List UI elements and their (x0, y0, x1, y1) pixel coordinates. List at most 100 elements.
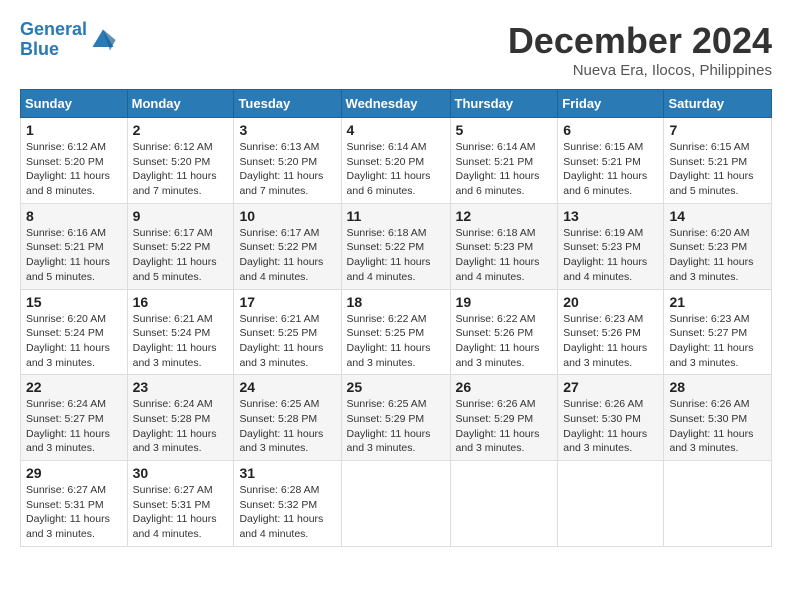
weekday-header-thursday: Thursday (450, 90, 558, 118)
calendar-cell: 7Sunrise: 6:15 AMSunset: 5:21 PMDaylight… (664, 118, 772, 204)
calendar-cell: 14Sunrise: 6:20 AMSunset: 5:23 PMDayligh… (664, 203, 772, 289)
day-number: 28 (669, 379, 766, 395)
calendar-cell: 4 Sunrise: 6:14 AMSunset: 5:20 PMDaylight… (341, 118, 450, 204)
weekday-header-tuesday: Tuesday (234, 90, 341, 118)
day-number: 22 (26, 379, 122, 395)
day-number: 19 (456, 294, 553, 310)
calendar-cell: 13 Sunrise: 6:19 AMSunset: 5:23 PMDayligh… (558, 203, 664, 289)
day-number: 25 (347, 379, 445, 395)
calendar-cell: 27 Sunrise: 6:26 AMSunset: 5:30 PMDayligh… (558, 375, 664, 461)
day-info: Sunrise: 6:18 AMSunset: 5:22 PMDaylight:… (347, 226, 445, 285)
day-number: 6 (563, 122, 658, 138)
calendar-cell: 29Sunrise: 6:27 AMSunset: 5:31 PMDayligh… (21, 461, 128, 547)
day-info: Sunrise: 6:14 AMSunset: 5:20 PMDaylight:… (347, 140, 445, 199)
calendar-cell: 28Sunrise: 6:26 AMSunset: 5:30 PMDayligh… (664, 375, 772, 461)
day-info: Sunrise: 6:24 AMSunset: 5:28 PMDaylight:… (133, 397, 229, 456)
logo-icon (89, 26, 117, 54)
day-info: Sunrise: 6:15 AMSunset: 5:21 PMDaylight:… (563, 140, 658, 199)
day-number: 21 (669, 294, 766, 310)
calendar-cell: 17Sunrise: 6:21 AMSunset: 5:25 PMDayligh… (234, 289, 341, 375)
calendar-cell: 31Sunrise: 6:28 AMSunset: 5:32 PMDayligh… (234, 461, 341, 547)
calendar-cell: 15Sunrise: 6:20 AMSunset: 5:24 PMDayligh… (21, 289, 128, 375)
day-number: 17 (239, 294, 335, 310)
day-number: 29 (26, 465, 122, 481)
day-number: 3 (239, 122, 335, 138)
day-number: 5 (456, 122, 553, 138)
day-info: Sunrise: 6:21 AMSunset: 5:24 PMDaylight:… (133, 312, 229, 371)
day-number: 2 (133, 122, 229, 138)
day-number: 15 (26, 294, 122, 310)
weekday-header-saturday: Saturday (664, 90, 772, 118)
calendar-week-row: 15Sunrise: 6:20 AMSunset: 5:24 PMDayligh… (21, 289, 772, 375)
day-info: Sunrise: 6:22 AMSunset: 5:25 PMDaylight:… (347, 312, 445, 371)
calendar-cell: 16 Sunrise: 6:21 AMSunset: 5:24 PMDayligh… (127, 289, 234, 375)
day-info: Sunrise: 6:12 AMSunset: 5:20 PMDaylight:… (133, 140, 229, 199)
calendar-cell (664, 461, 772, 547)
day-number: 9 (133, 208, 229, 224)
day-info: Sunrise: 6:14 AMSunset: 5:21 PMDaylight:… (456, 140, 553, 199)
calendar-cell: 30 Sunrise: 6:27 AMSunset: 5:31 PMDayligh… (127, 461, 234, 547)
day-info: Sunrise: 6:12 AMSunset: 5:20 PMDaylight:… (26, 140, 122, 199)
weekday-header-monday: Monday (127, 90, 234, 118)
day-number: 13 (563, 208, 658, 224)
day-number: 11 (347, 208, 445, 224)
calendar-cell: 11 Sunrise: 6:18 AMSunset: 5:22 PMDayligh… (341, 203, 450, 289)
calendar-week-row: 1Sunrise: 6:12 AMSunset: 5:20 PMDaylight… (21, 118, 772, 204)
day-info: Sunrise: 6:17 AMSunset: 5:22 PMDaylight:… (239, 226, 335, 285)
day-info: Sunrise: 6:27 AMSunset: 5:31 PMDaylight:… (133, 483, 229, 542)
day-number: 31 (239, 465, 335, 481)
month-title: December 2024 (508, 20, 772, 62)
day-info: Sunrise: 6:23 AMSunset: 5:26 PMDaylight:… (563, 312, 658, 371)
logo-text: GeneralBlue (20, 20, 87, 60)
calendar-cell: 9 Sunrise: 6:17 AMSunset: 5:22 PMDaylight… (127, 203, 234, 289)
calendar-cell: 2 Sunrise: 6:12 AMSunset: 5:20 PMDaylight… (127, 118, 234, 204)
page-header: GeneralBlue December 2024 Nueva Era, Ilo… (20, 20, 772, 79)
day-info: Sunrise: 6:24 AMSunset: 5:27 PMDaylight:… (26, 397, 122, 456)
calendar-week-row: 29 Sunrise: 6:27 AMSunset: 5:31 PMDayligh… (21, 461, 772, 547)
calendar-cell: 12 Sunrise: 6:18 AMSunset: 5:23 PMDayligh… (450, 203, 558, 289)
calendar-cell: 3Sunrise: 6:13 AMSunset: 5:20 PMDaylight… (234, 118, 341, 204)
day-number: 30 (133, 465, 229, 481)
day-number: 23 (133, 379, 229, 395)
calendar-cell: 23 Sunrise: 6:24 AMSunset: 5:28 PMDayligh… (127, 375, 234, 461)
title-block: December 2024 Nueva Era, Ilocos, Philipp… (508, 20, 772, 79)
day-info: Sunrise: 6:17 AMSunset: 5:22 PMDaylight:… (133, 226, 229, 285)
day-info: Sunrise: 6:16 AMSunset: 5:21 PMDaylight:… (26, 226, 122, 285)
calendar-cell (558, 461, 664, 547)
day-number: 10 (239, 208, 335, 224)
weekday-header-sunday: Sunday (21, 90, 128, 118)
day-info: Sunrise: 6:18 AMSunset: 5:23 PMDaylight:… (456, 226, 553, 285)
day-number: 20 (563, 294, 658, 310)
day-info: Sunrise: 6:20 AMSunset: 5:23 PMDaylight:… (669, 226, 766, 285)
day-number: 26 (456, 379, 553, 395)
calendar-cell (341, 461, 450, 547)
calendar-cell: 18Sunrise: 6:22 AMSunset: 5:25 PMDayligh… (341, 289, 450, 375)
calendar-cell: 26 Sunrise: 6:26 AMSunset: 5:29 PMDayligh… (450, 375, 558, 461)
calendar-cell: 20 Sunrise: 6:23 AMSunset: 5:26 PMDayligh… (558, 289, 664, 375)
day-number: 8 (26, 208, 122, 224)
location: Nueva Era, Ilocos, Philippines (508, 62, 772, 79)
calendar-cell: 19Sunrise: 6:22 AMSunset: 5:26 PMDayligh… (450, 289, 558, 375)
day-number: 12 (456, 208, 553, 224)
calendar-week-row: 22 Sunrise: 6:24 AMSunset: 5:27 PMDayligh… (21, 375, 772, 461)
day-info: Sunrise: 6:23 AMSunset: 5:27 PMDaylight:… (669, 312, 766, 371)
day-info: Sunrise: 6:25 AMSunset: 5:29 PMDaylight:… (347, 397, 445, 456)
day-number: 4 (347, 122, 445, 138)
calendar-cell: 10 Sunrise: 6:17 AMSunset: 5:22 PMDayligh… (234, 203, 341, 289)
day-info: Sunrise: 6:19 AMSunset: 5:23 PMDaylight:… (563, 226, 658, 285)
calendar-cell: 24 Sunrise: 6:25 AMSunset: 5:28 PMDayligh… (234, 375, 341, 461)
calendar-cell: 25 Sunrise: 6:25 AMSunset: 5:29 PMDayligh… (341, 375, 450, 461)
calendar-cell: 8 Sunrise: 6:16 AMSunset: 5:21 PMDaylight… (21, 203, 128, 289)
day-info: Sunrise: 6:26 AMSunset: 5:29 PMDaylight:… (456, 397, 553, 456)
day-info: Sunrise: 6:25 AMSunset: 5:28 PMDaylight:… (239, 397, 335, 456)
logo: GeneralBlue (20, 20, 117, 60)
day-number: 27 (563, 379, 658, 395)
weekday-header-wednesday: Wednesday (341, 90, 450, 118)
calendar-week-row: 8 Sunrise: 6:16 AMSunset: 5:21 PMDaylight… (21, 203, 772, 289)
day-info: Sunrise: 6:15 AMSunset: 5:21 PMDaylight:… (669, 140, 766, 199)
calendar-table: SundayMondayTuesdayWednesdayThursdayFrid… (20, 89, 772, 547)
day-number: 16 (133, 294, 229, 310)
day-info: Sunrise: 6:26 AMSunset: 5:30 PMDaylight:… (563, 397, 658, 456)
day-number: 24 (239, 379, 335, 395)
weekday-header-friday: Friday (558, 90, 664, 118)
